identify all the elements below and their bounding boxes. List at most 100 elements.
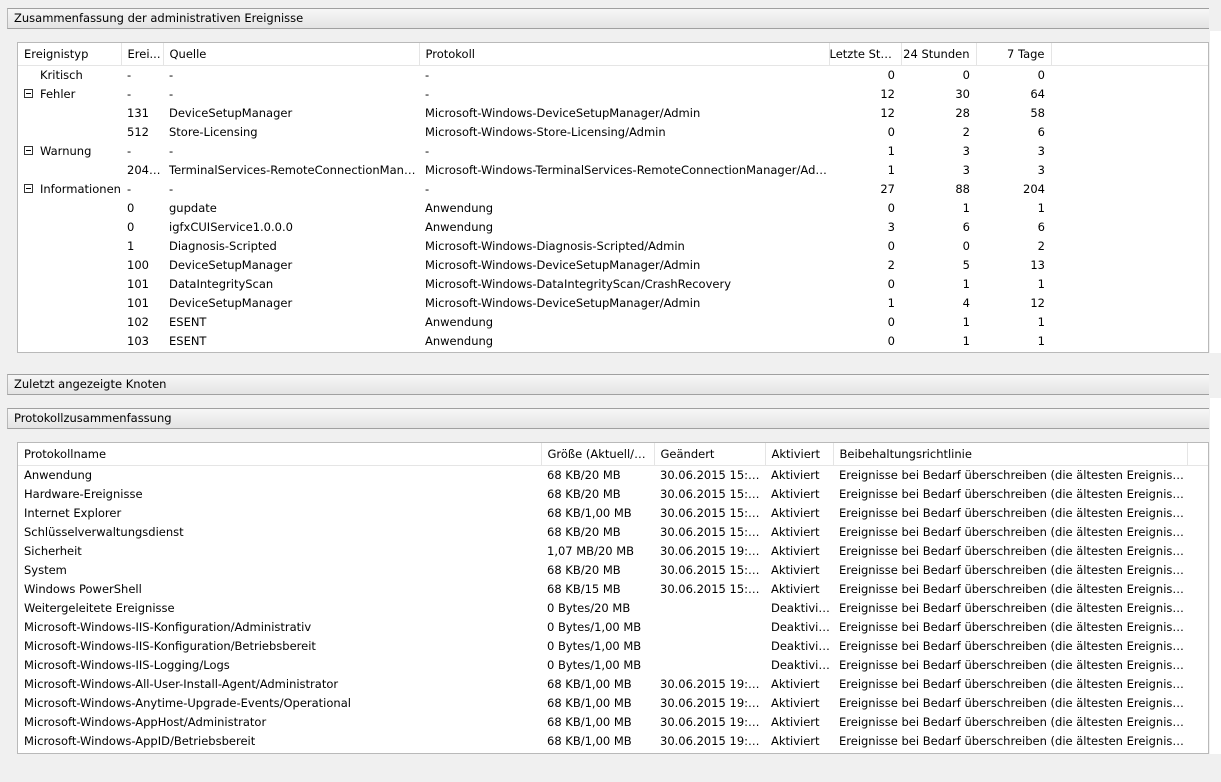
log-size-cell: 68 KB/20 MB (547, 468, 621, 482)
event-type-cell (18, 123, 121, 142)
col-header-24-hours[interactable]: 24 Stunden (901, 43, 977, 66)
event-24-hours-cell: 1 (962, 201, 970, 215)
log-row[interactable]: Schlüsselverwaltungsdienst 68 KB/20 MB 30.… (18, 523, 1208, 542)
col-header-modified[interactable]: Geändert (654, 443, 766, 466)
admin-events-body: Kritisch - - -0 0 0 Fehler - - -12 30 64 131 DeviceSe… (18, 66, 1208, 352)
log-size-cell: 68 KB/1,00 MB (547, 734, 632, 748)
log-row[interactable]: System 68 KB/20 MB 30.06.2015 15:27:20 Akti… (18, 561, 1208, 580)
event-7-days-cell: 6 (1037, 220, 1045, 234)
event-row[interactable]: 100 DeviceSetupManager Microsoft-Windows-D… (18, 256, 1208, 275)
log-size-cell: 0 Bytes/20 MB (547, 601, 631, 615)
event-last-hour-cell: 0 (887, 201, 895, 215)
col-header-retention-policy[interactable]: Beibehaltungsrichtlinie (833, 443, 1188, 466)
event-row[interactable]: 0 igfxCUIService1.0.0.0 Anwendung 3 6 6 (18, 218, 1208, 237)
event-row[interactable]: Informationen - - -27 88 204 (18, 180, 1208, 199)
col-header-source[interactable]: Quelle (163, 43, 420, 66)
log-row[interactable]: Microsoft-Windows-IIS-Konfiguration/Admi… (18, 618, 1208, 637)
event-type-label: Fehler (40, 87, 76, 101)
event-row[interactable]: 1 Diagnosis-Scripted Microsoft-Windows-Dia… (18, 237, 1208, 256)
log-row[interactable]: Sicherheit 1,07 MB/20 MB 30.06.2015 19:07:… (18, 542, 1208, 561)
event-24-hours-cell: 0 (962, 239, 970, 253)
event-row[interactable]: 131 DeviceSetupManager Microsoft-Windows-D… (18, 104, 1208, 123)
log-retention-policy-cell: Ereignisse bei Bedarf überschreiben (die… (839, 677, 1187, 691)
event-id-cell: 1 (127, 239, 135, 253)
event-source-cell: DeviceSetupManager (169, 258, 293, 272)
event-7-days-cell: 58 (1030, 106, 1045, 120)
event-id-cell: 101 (127, 296, 149, 310)
event-row[interactable]: 101 DeviceSetupManager Microsoft-Windows-D… (18, 294, 1208, 313)
event-log-cell: - (425, 182, 430, 196)
log-size-cell: 68 KB/1,00 MB (547, 506, 632, 520)
event-24-hours-cell: 5 (962, 258, 970, 272)
log-row[interactable]: Microsoft-Windows-Anytime-Upgrade-Events… (18, 694, 1208, 713)
event-id-cell: 103 (127, 334, 149, 348)
event-row[interactable]: 102 ESENT Anwendung 0 1 1 (18, 313, 1208, 332)
col-header-event-type[interactable]: Ereignistyp (18, 43, 122, 66)
log-row[interactable]: Microsoft-Windows-AppHost/Administrator 6… (18, 713, 1208, 732)
log-row[interactable]: Microsoft-Windows-All-User-Install-Agent… (18, 675, 1208, 694)
event-id-cell: 512 (127, 125, 149, 139)
log-retention-policy-cell: Ereignisse bei Bedarf überschreiben (die… (839, 734, 1187, 748)
log-row[interactable]: Microsoft-Windows-IIS-Logging/Logs 0 Byte… (18, 656, 1208, 675)
admin-events-summary-header[interactable]: Zusammenfassung der administrativen Erei… (7, 8, 1209, 29)
log-row[interactable]: Microsoft-Windows-AppID/Betriebsbereit 68… (18, 732, 1208, 751)
event-source-cell: gupdate (169, 201, 217, 215)
log-name-cell: Microsoft-Windows-IIS-Logging/Logs (24, 658, 230, 672)
event-24-hours-cell: 28 (955, 106, 970, 120)
event-source-cell: Diagnosis-Scripted (169, 239, 277, 253)
event-source-cell: DeviceSetupManager (169, 296, 293, 310)
event-type-cell (18, 294, 121, 313)
col-header-size[interactable]: Größe (Aktuell/M... (541, 443, 655, 466)
recent-nodes-header[interactable]: Zuletzt angezeigte Knoten (7, 374, 1209, 395)
event-row[interactable]: Warnung - - - 1 3 3 (18, 142, 1208, 161)
event-7-days-cell: 204 (1023, 182, 1045, 196)
event-row[interactable]: Kritisch - - - 0 0 0 (18, 66, 1208, 86)
col-header-log-name[interactable]: Protokollname (18, 443, 542, 466)
col-header-last-hour[interactable]: Letzte Stu... (829, 43, 902, 66)
panel-right-edge (1210, 31, 1221, 353)
event-7-days-cell: 6 (1037, 125, 1045, 139)
log-name-cell: System (24, 563, 67, 577)
log-enabled-cell: Aktiviert (771, 696, 820, 710)
col-header-log[interactable]: Protokoll (419, 43, 830, 66)
event-source-cell: DataIntegrityScan (169, 277, 274, 291)
log-row[interactable]: Weitergeleitete Ereignisse 0 Bytes/20 MB D… (18, 599, 1208, 618)
collapse-icon[interactable] (24, 89, 33, 98)
event-log-cell: Microsoft-Windows-Store-Licensing/Admin (425, 125, 666, 139)
log-modified-cell (654, 618, 765, 637)
row-filler (1051, 256, 1208, 275)
event-row[interactable]: 103 ESENT Anwendung 0 1 1 (18, 332, 1208, 351)
log-row[interactable]: Anwendung 68 KB/20 MB 30.06.2015 15:27:20 A… (18, 466, 1208, 486)
event-last-hour-cell: 3 (887, 220, 895, 234)
event-row[interactable]: Fehler - - - 12 30 64 (18, 85, 1208, 104)
event-id-cell: 0 (127, 220, 135, 234)
log-enabled-cell: Aktiviert (771, 525, 820, 539)
event-last-hour-cell: 12 (880, 87, 895, 101)
row-filler (1051, 294, 1208, 313)
log-summary-header[interactable]: Protokollzusammenfassung (7, 408, 1209, 429)
event-last-hour-cell: 2 (887, 258, 895, 272)
event-id-cell: - (127, 68, 132, 82)
event-row[interactable]: 101 DataIntegrityScan Microsoft-Windows-Da… (18, 275, 1208, 294)
log-row[interactable]: Microsoft-Windows-IIS-Konfiguration/Betr… (18, 637, 1208, 656)
event-id-cell: - (127, 144, 132, 158)
row-filler (1051, 199, 1208, 218)
row-filler (1187, 675, 1208, 694)
log-size-cell: 1,07 MB/20 MB (547, 544, 635, 558)
log-enabled-cell: Deaktiviert (771, 658, 833, 672)
log-row[interactable]: Hardware-Ereignisse 68 KB/20 MB 30.06.2015… (18, 485, 1208, 504)
log-row[interactable]: Windows PowerShell 68 KB/15 MB 30.06.2015 … (18, 580, 1208, 599)
col-header-7-days[interactable]: 7 Tage (976, 43, 1052, 66)
collapse-icon[interactable] (24, 184, 33, 193)
log-name-cell: Weitergeleitete Ereignisse (24, 601, 175, 615)
row-filler (1051, 313, 1208, 332)
log-row[interactable]: Internet Explorer 68 KB/1,00 MB 30.06.2015… (18, 504, 1208, 523)
event-row[interactable]: 0 gupdate Anwendung 0 1 1 (18, 199, 1208, 218)
log-retention-policy-cell: Ereignisse bei Bedarf überschreiben (die… (839, 544, 1187, 558)
event-row[interactable]: 20499 TerminalServices-RemoteConnectionMa… (18, 161, 1208, 180)
collapse-icon[interactable] (24, 146, 33, 155)
event-type-cell: Fehler (18, 85, 121, 104)
col-header-enabled[interactable]: Aktiviert (765, 443, 834, 466)
col-header-event-id[interactable]: Erei... (121, 43, 164, 66)
event-row[interactable]: 512 Store-Licensing Microsoft-Windows-Stor… (18, 123, 1208, 142)
